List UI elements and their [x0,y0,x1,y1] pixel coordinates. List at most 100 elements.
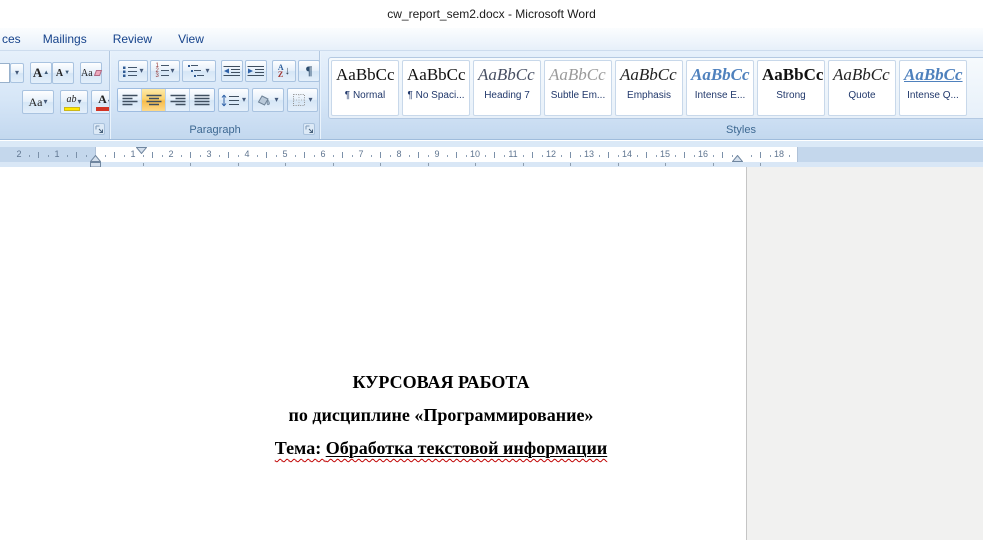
ruler-dot [750,155,752,157]
shading-button[interactable]: ▾ [252,88,284,112]
align-center-icon [146,94,161,106]
paragraph-dialog-launcher[interactable] [303,123,315,135]
ruler-dot [85,155,87,157]
shrink-font-icon: A [55,67,64,79]
ruler-tabstop-tick [712,163,714,166]
ruler-tick [38,152,39,158]
document-page[interactable]: КУРСОВАЯ РАБОТА по дисциплине «Программи… [0,167,747,540]
tab-review[interactable]: Review [100,28,165,50]
grow-font-button[interactable]: A ▲ [30,62,52,84]
ruler-tabstop-tick [617,163,619,166]
font-size-dropdown[interactable]: ▾ [10,63,24,83]
justify-button[interactable] [190,89,214,111]
borders-button[interactable]: ▾ [287,88,318,112]
align-left-button[interactable] [118,89,142,111]
decrease-indent-button[interactable] [221,60,243,82]
tab-view[interactable]: View [165,28,217,50]
ruler-tick [342,152,343,158]
text-highlight-button[interactable]: ab ▾ [60,90,88,114]
ruler-tick [570,152,571,158]
style-normal[interactable]: AaBbCc ¶ Normal [331,60,399,116]
style-sample: AaBbCc [833,65,890,84]
ruler-tabstop-tick [237,163,239,166]
shrink-font-button[interactable]: A ▼ [52,62,74,84]
ribbon: ▾ A ▲ A ▼ Aa Aa ▾ ab ▾ A ▾ 1 2 3 ▾ ▾ A Z… [0,51,983,140]
window-title: cw_report_sem2.docx - Microsoft Word [387,7,596,21]
ruler-tick [76,152,77,158]
ruler-number: 15 [659,149,671,159]
ruler-tabstop-tick [665,163,666,166]
show-paragraph-marks-button[interactable]: ¶ [298,60,320,82]
ruler-tick [722,152,723,158]
chevron-down-icon: ▾ [170,66,175,75]
ruler-tick [114,152,115,158]
bullets-icon [123,66,138,77]
style-quote[interactable]: AaBbCc Quote [828,60,896,116]
font-dialog-launcher[interactable] [93,123,105,135]
increase-indent-button[interactable] [245,60,267,82]
multilevel-list-button[interactable]: ▾ [182,60,216,82]
ruler[interactable]: 2 1 1 2 3 4 5 6 7 8 9 10 11 12 13 14 15 16 18 [0,147,983,167]
caret-down-icon: ▼ [64,70,71,76]
ruler-tabstop-tick [760,163,761,166]
ruler-tabstop-tick [475,163,476,166]
change-case-button[interactable]: Aa ▾ [22,90,54,114]
style-strong[interactable]: AaBbCc Strong [757,60,825,116]
style-intense-emphasis[interactable]: AaBbCc Intense E... [686,60,754,116]
tab-references-partial[interactable]: ces [0,28,30,50]
ruler-number: 14 [621,149,633,159]
style-emphasis[interactable]: AaBbCc Emphasis [615,60,683,116]
numbering-button[interactable]: 1 2 3 ▾ [150,60,180,82]
font-color-button[interactable]: A ▾ [91,90,109,114]
dialog-launcher-icon [305,125,313,133]
ruler-dot [66,155,68,157]
right-indent-marker[interactable] [732,155,743,162]
ruler-tick [228,152,229,158]
doc-line-topic: Тема: Обработка текстовой информации [95,438,746,458]
style-no-spacing[interactable]: AaBbCc ¶ No Spaci... [402,60,470,116]
ruler-tabstop-tick [427,163,429,166]
line-spacing-icon [221,94,239,106]
tab-mailings[interactable]: Mailings [30,28,100,50]
pilcrow-icon: ¶ [305,63,313,78]
style-subtle-emphasis[interactable]: AaBbCc Subtle Em... [544,60,612,116]
ruler-dot [484,155,486,157]
ruler-tick [266,152,267,158]
styles-gallery: AaBbCc ¶ Normal AaBbCc ¶ No Spaci... AaBbCc H… [328,57,983,119]
styles-group-label: Styles [726,124,756,136]
style-heading-7[interactable]: AaBbCc Heading 7 [473,60,541,116]
bullets-button[interactable]: ▾ [118,60,148,82]
ruler-dot [674,155,676,157]
sort-button[interactable]: A Z ↓ [272,60,296,82]
ruler-tick [418,152,419,158]
ruler-number: 4 [244,149,250,159]
style-label: Emphasis [627,90,671,101]
ruler-dot [199,155,201,157]
caret-up-icon: ▲ [43,70,50,76]
style-label: Strong [776,90,806,101]
ruler-dot [123,155,125,157]
ruler-dot [446,155,448,157]
align-right-button[interactable] [166,89,190,111]
ruler-dot [427,155,429,157]
line-spacing-button[interactable]: ▾ [218,88,249,112]
ruler-tick [456,152,457,158]
ribbon-tab-bar: ces Mailings Review View [0,28,983,51]
first-line-indent-marker[interactable] [136,147,147,154]
font-color-bar [96,107,109,111]
ruler-tick [684,152,685,158]
align-center-button[interactable] [142,89,166,111]
style-intense-quote[interactable]: AaBbCc Intense Q... [899,60,967,116]
clear-formatting-button[interactable]: Aa [80,62,103,84]
chevron-down-icon: ▾ [14,68,19,77]
style-sample: AaBbCc [407,65,466,84]
chevron-down-icon: ▾ [205,66,210,75]
ruler-dot [28,155,30,157]
style-sample: AaBbCc [549,65,606,84]
style-label: ¶ Normal [344,90,386,101]
decrease-indent-icon [223,65,240,76]
style-sample: AaBbCc [904,65,963,84]
ruler-tabstop-tick [285,163,286,166]
font-size-combo[interactable] [0,63,10,83]
ruler-number: 2 [16,149,22,159]
